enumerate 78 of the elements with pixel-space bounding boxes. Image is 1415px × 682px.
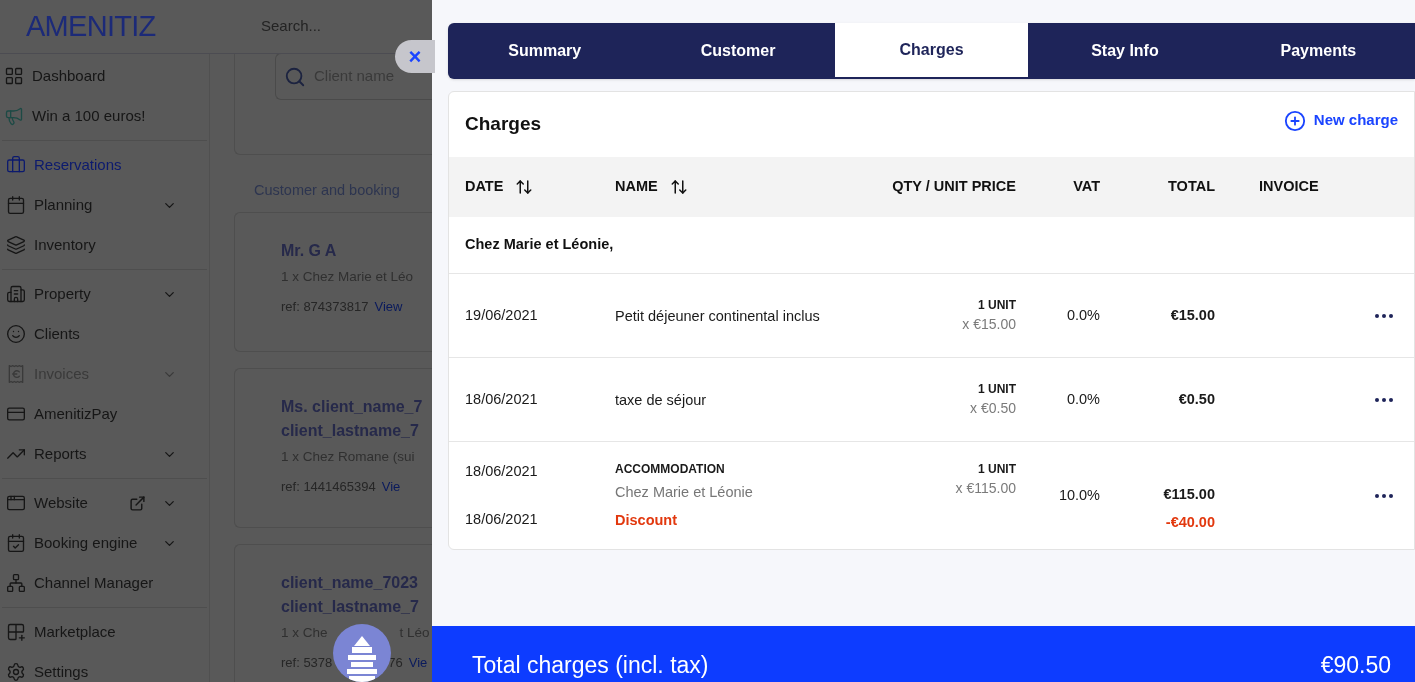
sidebar-item[interactable]: AmenitizPay: [2, 394, 189, 434]
view-link[interactable]: View: [374, 297, 403, 317]
tab[interactable]: Summary: [448, 23, 642, 79]
charge-total: €0.50: [1177, 389, 1215, 409]
dashboard-grid-icon: [4, 66, 24, 86]
vat-rate: 0.0%: [1065, 389, 1100, 409]
sidebar-item[interactable]: Reservations: [2, 145, 189, 185]
tab[interactable]: Charges: [834, 23, 1029, 79]
unit-price: x €0.50: [970, 399, 1016, 418]
network-icon: [6, 573, 26, 593]
new-charge-button[interactable]: New charge: [1283, 109, 1398, 132]
megaphone-icon: [4, 106, 24, 126]
view-link[interactable]: Vie: [408, 653, 428, 673]
sort-icon[interactable]: [515, 178, 534, 196]
charge-total: €115.00: [1163, 484, 1215, 504]
ellipsis-icon: [1375, 493, 1393, 498]
sort-icon[interactable]: [669, 178, 688, 196]
calendar-icon: [6, 195, 26, 215]
external-link-icon: [129, 494, 146, 512]
column-header[interactable]: DATE: [465, 176, 504, 198]
smiley-icon: [6, 324, 26, 344]
discount-label: Discount: [615, 510, 679, 530]
sidebar-item[interactable]: Win a 100 euros!: [0, 96, 191, 136]
column-header[interactable]: NAME: [615, 176, 658, 198]
quantity: 1 UNIT: [978, 381, 1016, 398]
charge-name: taxe de séjour: [615, 390, 708, 410]
tab[interactable]: Customer: [641, 23, 835, 79]
sidebar-item[interactable]: Settings: [2, 652, 189, 682]
ellipsis-icon: [1375, 397, 1393, 402]
layers-icon: [6, 235, 26, 255]
charge-category: ACCOMMODATION: [615, 460, 726, 478]
amenitiz-logo[interactable]: AMENITIZ: [0, 4, 210, 49]
grid-plus-icon: [6, 622, 26, 642]
sidebar-item[interactable]: Channel Manager: [2, 563, 189, 603]
column-header: VAT: [1073, 177, 1100, 197]
browser-window-icon: [6, 493, 26, 513]
tab[interactable]: Payments: [1221, 23, 1415, 79]
sidebar-item[interactable]: Marketplace: [2, 612, 189, 652]
calendar-check-icon: [6, 533, 26, 553]
sidebar-item[interactable]: Reports: [2, 434, 189, 474]
charge-date: 18/06/2021: [465, 461, 539, 481]
sidebar-item[interactable]: Clients: [2, 314, 189, 354]
building-icon: [6, 284, 26, 304]
column-header: QTY / UNIT PRICE: [892, 177, 1016, 197]
ellipsis-icon: [1375, 313, 1393, 318]
total-amount: €90.50: [1320, 650, 1391, 680]
card-title: Charges: [465, 112, 542, 137]
vat-rate: 0.0%: [1065, 305, 1100, 325]
charge-name: Chez Marie et Léonie: [615, 482, 754, 502]
charge-date: 19/06/2021: [465, 305, 539, 325]
total-label: Total charges (incl. tax): [472, 650, 709, 680]
tab[interactable]: Stay Info: [1028, 23, 1222, 79]
plus-circle-icon: [1283, 109, 1306, 132]
quantity: 1 UNIT: [978, 297, 1016, 314]
sidebar-item[interactable]: Planning: [2, 185, 189, 225]
briefcase-icon: [6, 155, 26, 175]
vat-rate: 10.0%: [1057, 485, 1100, 505]
search-icon: [284, 65, 306, 88]
quantity: 1 UNIT: [978, 461, 1016, 478]
view-link[interactable]: Vie: [381, 477, 401, 497]
discount-date: 18/06/2021: [465, 509, 539, 529]
unit-price: x €115.00: [955, 479, 1016, 498]
charge-total: €15.00: [1169, 305, 1215, 325]
unit-price: x €15.00: [962, 315, 1016, 334]
sidebar-item[interactable]: Website: [2, 483, 189, 523]
sidebar-item[interactable]: Property: [2, 274, 189, 314]
column-header: TOTAL: [1168, 177, 1215, 197]
settings-icon: [6, 662, 26, 682]
charge-date: 18/06/2021: [465, 389, 539, 409]
close-button[interactable]: ×: [395, 40, 435, 73]
sidebar-item[interactable]: Dashboard: [0, 56, 191, 96]
column-header: INVOICE: [1259, 177, 1319, 197]
receipt-icon: [6, 364, 26, 384]
charge-name: Petit déjeuner continental inclus: [615, 306, 821, 326]
sidebar-item[interactable]: Inventory: [2, 225, 189, 265]
property-group-label: Chez Marie et Léonie,: [465, 235, 614, 255]
sidebar-item[interactable]: Booking engine: [2, 523, 189, 563]
discount-amount: -€40.00: [1165, 512, 1215, 532]
